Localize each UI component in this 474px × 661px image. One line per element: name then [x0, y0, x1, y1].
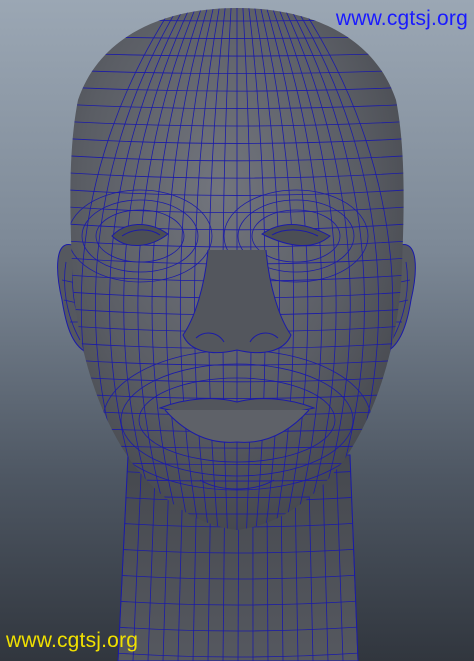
- head-model-render: [57, 8, 416, 661]
- 3d-viewport[interactable]: www.cgtsj.org www.cgtsj.org: [0, 0, 474, 661]
- watermark-top-right: www.cgtsj.org: [335, 7, 468, 30]
- watermark-bottom-left: www.cgtsj.org: [6, 629, 139, 652]
